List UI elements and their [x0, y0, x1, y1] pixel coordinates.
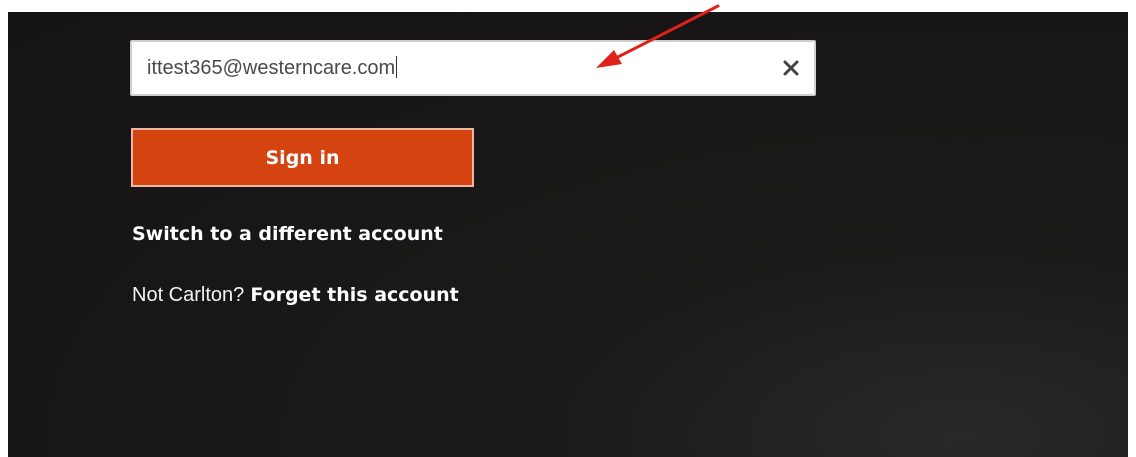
text-caret: [396, 56, 398, 78]
sign-in-button[interactable]: Sign in: [131, 128, 474, 187]
not-user-text: Not Carlton?: [132, 284, 245, 306]
forget-account-link[interactable]: Forget this account: [250, 284, 458, 306]
forget-account-row: Not Carlton? Forget this account: [132, 284, 459, 307]
close-icon[interactable]: [782, 59, 800, 77]
sign-in-label: Sign in: [265, 146, 340, 169]
sign-in-panel: ittest365@westerncare.com Sign in Switch…: [8, 12, 1128, 457]
email-value: ittest365@westerncare.com: [147, 56, 398, 79]
switch-account-link[interactable]: Switch to a different account: [132, 223, 443, 245]
screen: ittest365@westerncare.com Sign in Switch…: [0, 0, 1136, 457]
email-field[interactable]: ittest365@westerncare.com: [130, 40, 816, 96]
